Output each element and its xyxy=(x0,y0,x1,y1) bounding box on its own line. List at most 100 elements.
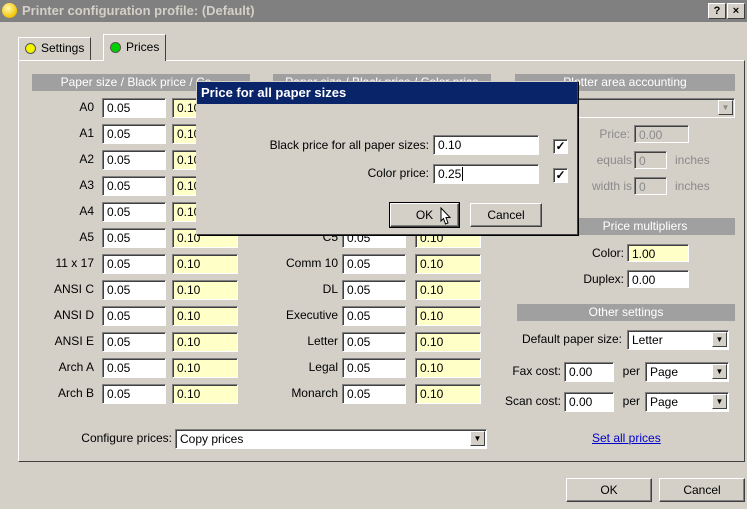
configure-prices-value: Copy prices xyxy=(180,432,244,446)
fax-per-label: per xyxy=(622,364,640,378)
color-price-field[interactable]: 0.10 xyxy=(415,306,481,326)
chevron-down-icon[interactable]: ▼ xyxy=(712,364,727,379)
cancel-button[interactable]: Cancel xyxy=(659,478,745,502)
paper-size-label: Letter xyxy=(307,334,338,348)
dialog-cancel-button[interactable]: Cancel xyxy=(470,203,542,227)
duplex-multiplier-field[interactable]: 0.00 xyxy=(627,270,689,288)
paper-size-label: ANSI C xyxy=(53,282,94,296)
color-price-field[interactable]: 0.25 xyxy=(433,164,539,184)
default-paper-select[interactable]: Letter ▼ xyxy=(627,330,729,350)
fax-unit-value: Page xyxy=(650,365,679,379)
black-price-field[interactable]: 0.10 xyxy=(433,135,539,155)
paper-size-label: A0 xyxy=(79,100,94,114)
color-price-field[interactable]: 0.10 xyxy=(415,332,481,352)
other-settings-header: Other settings xyxy=(517,304,735,321)
black-price-field[interactable]: 0.05 xyxy=(102,306,166,326)
paper-size-label: Arch B xyxy=(57,386,94,400)
black-price-field[interactable]: 0.05 xyxy=(342,306,406,326)
black-price-field[interactable]: 0.05 xyxy=(102,358,166,378)
color-price-field[interactable]: 0.10 xyxy=(172,306,238,326)
configure-prices-select[interactable]: Copy prices ▼ xyxy=(175,429,487,449)
black-price-field[interactable]: 0.05 xyxy=(342,358,406,378)
black-price-field[interactable]: 0.05 xyxy=(102,254,166,274)
help-button[interactable]: ? xyxy=(708,3,726,19)
paper-size-label: Arch A xyxy=(58,360,94,374)
plotter-width-field[interactable]: 0 xyxy=(634,177,667,195)
paper-size-label: DL xyxy=(322,282,338,296)
close-button[interactable]: × xyxy=(727,3,745,19)
tab-prices[interactable]: Prices xyxy=(103,34,167,61)
duplex-multiplier-label: Duplex: xyxy=(583,272,624,286)
plotter-price-field[interactable]: 0.00 xyxy=(634,125,689,143)
paper-size-label: A3 xyxy=(79,178,94,192)
black-price-checkbox[interactable]: ✓ xyxy=(553,139,568,154)
chevron-down-icon[interactable]: ▼ xyxy=(712,332,727,347)
scan-unit-select[interactable]: Page ▼ xyxy=(645,392,729,412)
black-price-field[interactable]: 0.05 xyxy=(102,202,166,222)
paper-size-label: A1 xyxy=(79,126,94,140)
plotter-equals-field[interactable]: 0 xyxy=(634,151,667,169)
color-price-field[interactable]: 0.10 xyxy=(172,280,238,300)
black-price-field[interactable]: 0.05 xyxy=(342,280,406,300)
black-price-field[interactable]: 0.05 xyxy=(102,228,166,248)
black-price-field[interactable]: 0.05 xyxy=(102,176,166,196)
chevron-down-icon[interactable]: ▼ xyxy=(470,431,485,446)
fax-cost-field[interactable]: 0.00 xyxy=(564,362,614,382)
mouse-pointer-icon xyxy=(440,207,452,225)
fax-unit-select[interactable]: Page ▼ xyxy=(645,362,729,382)
paper-size-label: ANSI E xyxy=(54,334,94,348)
color-price-field[interactable]: 0.10 xyxy=(172,358,238,378)
black-price-field[interactable]: 0.05 xyxy=(102,280,166,300)
green-status-dot-icon xyxy=(110,42,121,54)
black-price-field[interactable]: 0.05 xyxy=(342,254,406,274)
color-price-label: Color price: xyxy=(367,166,429,180)
tab-prices-label: Prices xyxy=(126,40,160,54)
black-price-field[interactable]: 0.05 xyxy=(102,98,166,118)
title-bar: Printer configuration profile: (Default)… xyxy=(0,0,747,22)
color-price-field[interactable]: 0.10 xyxy=(172,254,238,274)
paper-size-label: A5 xyxy=(79,230,94,244)
paper-size-label: A2 xyxy=(79,152,94,166)
black-price-label: Black price for all paper sizes: xyxy=(269,138,429,152)
default-paper-value: Letter xyxy=(632,333,663,347)
black-price-field[interactable]: 0.05 xyxy=(102,150,166,170)
black-price-field[interactable]: 0.05 xyxy=(342,384,406,404)
color-multiplier-label: Color: xyxy=(591,246,624,260)
printer-app-icon xyxy=(2,3,17,18)
color-price-checkbox[interactable]: ✓ xyxy=(553,168,568,183)
ok-button[interactable]: OK xyxy=(566,478,652,502)
black-price-field[interactable]: 0.05 xyxy=(342,332,406,352)
color-price-field[interactable]: 0.10 xyxy=(415,254,481,274)
chevron-down-icon[interactable]: ▼ xyxy=(712,394,727,409)
paper-size-label: Legal xyxy=(308,360,338,374)
tab-settings[interactable]: Settings xyxy=(18,37,92,61)
paper-size-label: Monarch xyxy=(291,386,338,400)
plotter-equals-unit: inches xyxy=(675,153,710,167)
black-price-field[interactable]: 0.05 xyxy=(102,384,166,404)
multipliers-header: Price multipliers xyxy=(555,218,735,235)
window-title: Printer configuration profile: (Default) xyxy=(22,3,255,18)
paper-size-label: Comm 10 xyxy=(285,256,338,270)
fax-cost-label: Fax cost: xyxy=(512,364,561,378)
scan-cost-field[interactable]: 0.00 xyxy=(564,392,614,412)
color-multiplier-field[interactable]: 1.00 xyxy=(627,244,689,262)
color-price-field[interactable]: 0.10 xyxy=(172,332,238,352)
scan-per-label: per xyxy=(622,394,640,408)
color-price-field[interactable]: 0.10 xyxy=(415,384,481,404)
black-price-field[interactable]: 0.05 xyxy=(102,332,166,352)
set-all-prices-link[interactable]: Set all prices xyxy=(592,431,661,445)
color-price-value: 0.25 xyxy=(438,167,462,181)
default-paper-label: Default paper size: xyxy=(521,332,622,346)
color-price-field[interactable]: 0.10 xyxy=(172,384,238,404)
color-price-field[interactable]: 0.10 xyxy=(415,358,481,378)
chevron-down-icon[interactable]: ▼ xyxy=(718,100,733,115)
price-all-dialog: Price for all paper sizes Black price fo… xyxy=(196,81,578,235)
yellow-status-dot-icon xyxy=(25,43,36,55)
plotter-width-unit: inches xyxy=(675,179,710,193)
paper-size-label: Executive xyxy=(285,308,338,322)
color-price-field[interactable]: 0.10 xyxy=(415,280,481,300)
dialog-title: Price for all paper sizes xyxy=(197,82,577,104)
black-price-field[interactable]: 0.05 xyxy=(102,124,166,144)
paper-size-label: A4 xyxy=(79,204,94,218)
paper-size-label: ANSI D xyxy=(53,308,94,322)
